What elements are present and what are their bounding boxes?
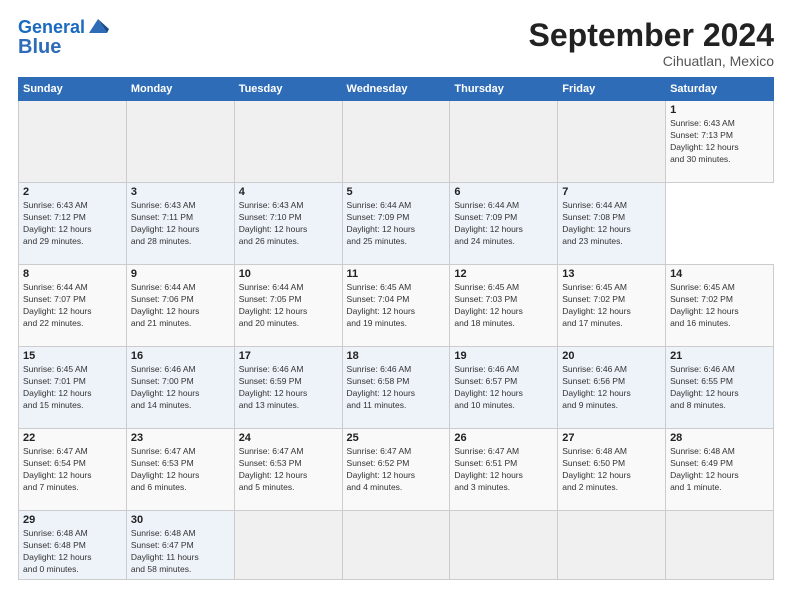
calendar-day: 28Sunrise: 6:48 AM Sunset: 6:49 PM Dayli… xyxy=(666,429,774,511)
weekday-header: Friday xyxy=(558,78,666,101)
calendar-day: 29Sunrise: 6:48 AM Sunset: 6:48 PM Dayli… xyxy=(19,511,127,580)
calendar-day: 16Sunrise: 6:46 AM Sunset: 7:00 PM Dayli… xyxy=(126,347,234,429)
calendar-day: 24Sunrise: 6:47 AM Sunset: 6:53 PM Dayli… xyxy=(234,429,342,511)
calendar-day: 17Sunrise: 6:46 AM Sunset: 6:59 PM Dayli… xyxy=(234,347,342,429)
weekday-header: Thursday xyxy=(450,78,558,101)
header: General Blue September 2024 Cihuatlan, M… xyxy=(18,18,774,69)
calendar-day: 4Sunrise: 6:43 AM Sunset: 7:10 PM Daylig… xyxy=(234,183,342,265)
calendar-day: 5Sunrise: 6:44 AM Sunset: 7:09 PM Daylig… xyxy=(342,183,450,265)
empty-cell xyxy=(558,511,666,580)
calendar-day: 18Sunrise: 6:46 AM Sunset: 6:58 PM Dayli… xyxy=(342,347,450,429)
calendar-day: 14Sunrise: 6:45 AM Sunset: 7:02 PM Dayli… xyxy=(666,265,774,347)
empty-cell xyxy=(450,101,558,183)
calendar-day: 6Sunrise: 6:44 AM Sunset: 7:09 PM Daylig… xyxy=(450,183,558,265)
calendar-day: 30Sunrise: 6:48 AM Sunset: 6:47 PM Dayli… xyxy=(126,511,234,580)
logo-icon xyxy=(87,15,109,37)
calendar-week-row: 22Sunrise: 6:47 AM Sunset: 6:54 PM Dayli… xyxy=(19,429,774,511)
calendar-day: 23Sunrise: 6:47 AM Sunset: 6:53 PM Dayli… xyxy=(126,429,234,511)
calendar-day: 22Sunrise: 6:47 AM Sunset: 6:54 PM Dayli… xyxy=(19,429,127,511)
calendar-day: 19Sunrise: 6:46 AM Sunset: 6:57 PM Dayli… xyxy=(450,347,558,429)
calendar-table: SundayMondayTuesdayWednesdayThursdayFrid… xyxy=(18,77,774,580)
calendar-day: 10Sunrise: 6:44 AM Sunset: 7:05 PM Dayli… xyxy=(234,265,342,347)
calendar-day: 1Sunrise: 6:43 AM Sunset: 7:13 PM Daylig… xyxy=(666,101,774,183)
calendar-week-row: 15Sunrise: 6:45 AM Sunset: 7:01 PM Dayli… xyxy=(19,347,774,429)
weekday-header: Monday xyxy=(126,78,234,101)
empty-cell xyxy=(234,101,342,183)
calendar-day: 27Sunrise: 6:48 AM Sunset: 6:50 PM Dayli… xyxy=(558,429,666,511)
calendar-day: 8Sunrise: 6:44 AM Sunset: 7:07 PM Daylig… xyxy=(19,265,127,347)
calendar-day: 3Sunrise: 6:43 AM Sunset: 7:11 PM Daylig… xyxy=(126,183,234,265)
weekday-header: Wednesday xyxy=(342,78,450,101)
empty-cell xyxy=(342,101,450,183)
title-section: September 2024 Cihuatlan, Mexico xyxy=(529,18,774,69)
empty-cell xyxy=(558,101,666,183)
calendar-day: 26Sunrise: 6:47 AM Sunset: 6:51 PM Dayli… xyxy=(450,429,558,511)
empty-cell xyxy=(342,511,450,580)
month-title: September 2024 xyxy=(529,18,774,53)
location-subtitle: Cihuatlan, Mexico xyxy=(529,53,774,69)
calendar-week-row: 2Sunrise: 6:43 AM Sunset: 7:12 PM Daylig… xyxy=(19,183,774,265)
calendar-day: 13Sunrise: 6:45 AM Sunset: 7:02 PM Dayli… xyxy=(558,265,666,347)
header-row: SundayMondayTuesdayWednesdayThursdayFrid… xyxy=(19,78,774,101)
empty-cell xyxy=(450,511,558,580)
calendar-day: 12Sunrise: 6:45 AM Sunset: 7:03 PM Dayli… xyxy=(450,265,558,347)
calendar-week-row: 29Sunrise: 6:48 AM Sunset: 6:48 PM Dayli… xyxy=(19,511,774,580)
empty-cell xyxy=(666,511,774,580)
logo: General Blue xyxy=(18,18,109,58)
calendar-day: 9Sunrise: 6:44 AM Sunset: 7:06 PM Daylig… xyxy=(126,265,234,347)
calendar-page: General Blue September 2024 Cihuatlan, M… xyxy=(0,0,792,612)
empty-cell xyxy=(234,511,342,580)
calendar-day: 7Sunrise: 6:44 AM Sunset: 7:08 PM Daylig… xyxy=(558,183,666,265)
empty-cell xyxy=(19,101,127,183)
calendar-day: 21Sunrise: 6:46 AM Sunset: 6:55 PM Dayli… xyxy=(666,347,774,429)
calendar-week-row: 1Sunrise: 6:43 AM Sunset: 7:13 PM Daylig… xyxy=(19,101,774,183)
weekday-header: Saturday xyxy=(666,78,774,101)
weekday-header: Tuesday xyxy=(234,78,342,101)
calendar-day: 25Sunrise: 6:47 AM Sunset: 6:52 PM Dayli… xyxy=(342,429,450,511)
calendar-day: 15Sunrise: 6:45 AM Sunset: 7:01 PM Dayli… xyxy=(19,347,127,429)
weekday-header: Sunday xyxy=(19,78,127,101)
empty-cell xyxy=(126,101,234,183)
calendar-week-row: 8Sunrise: 6:44 AM Sunset: 7:07 PM Daylig… xyxy=(19,265,774,347)
logo-text2: Blue xyxy=(18,36,61,58)
calendar-day: 2Sunrise: 6:43 AM Sunset: 7:12 PM Daylig… xyxy=(19,183,127,265)
calendar-day: 11Sunrise: 6:45 AM Sunset: 7:04 PM Dayli… xyxy=(342,265,450,347)
calendar-day: 20Sunrise: 6:46 AM Sunset: 6:56 PM Dayli… xyxy=(558,347,666,429)
